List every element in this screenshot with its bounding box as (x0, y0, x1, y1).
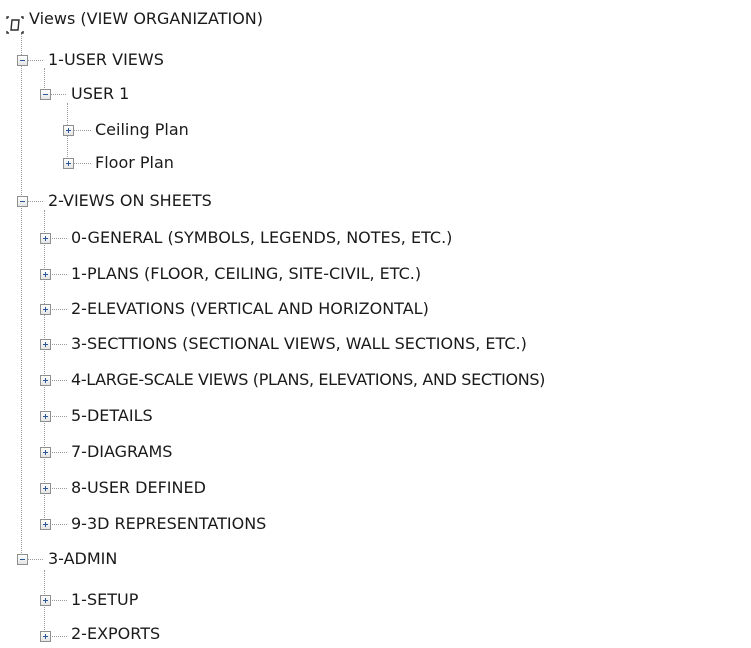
tree-item-1-setup[interactable]: 1-SETUP (71, 587, 138, 613)
tree-item-user-1[interactable]: USER 1 (71, 81, 129, 107)
tree-item-0-general[interactable]: 0-GENERAL (SYMBOLS, LEGENDS, NOTES, ETC.… (71, 225, 452, 251)
expand-toggle[interactable] (40, 519, 51, 530)
tree-item-label: 1-SETUP (71, 590, 139, 609)
collapse-toggle[interactable] (40, 89, 51, 100)
expand-toggle[interactable] (40, 447, 51, 458)
tree-item-label: 8-USER DEFINED (71, 478, 206, 497)
tree-item-label: 3-ADMIN (48, 549, 118, 568)
tree-item-label: 7-DIAGRAMS (71, 442, 173, 461)
tree-item-label: 3-SECTTIONS (SECTIONAL VIEWS, WALL SECTI… (71, 334, 527, 353)
tree-item-4-large-scale-views[interactable]: 4-LARGE-SCALE VIEWS (PLANS, ELEVATIONS, … (71, 367, 545, 393)
tree-item-label: 5-DETAILS (71, 406, 153, 425)
tree-item-2-exports[interactable]: 2-EXPORTS (71, 621, 160, 647)
tree-item-label: Floor Plan (95, 153, 174, 172)
tree-root-label: Views (VIEW ORGANIZATION) (29, 9, 264, 28)
expand-toggle[interactable] (40, 631, 51, 642)
views-icon (6, 16, 24, 34)
tree-item-label: 0-GENERAL (SYMBOLS, LEGENDS, NOTES, ETC.… (71, 228, 453, 247)
expand-toggle[interactable] (40, 411, 51, 422)
expand-toggle[interactable] (40, 339, 51, 350)
tree-item-7-diagrams[interactable]: 7-DIAGRAMS (71, 439, 172, 465)
tree-root[interactable]: Views (VIEW ORGANIZATION) (0, 6, 380, 34)
tree-item-8-user-defined[interactable]: 8-USER DEFINED (71, 475, 206, 501)
tree-item-label: 2-ELEVATIONS (VERTICAL AND HORIZONTAL) (71, 299, 429, 318)
expand-toggle[interactable] (63, 158, 74, 169)
tree-item-1-plans[interactable]: 1-PLANS (FLOOR, CEILING, SITE-CIVIL, ETC… (71, 261, 421, 287)
tree-item-label: 4-LARGE-SCALE VIEWS (PLANS, ELEVATIONS, … (71, 370, 546, 389)
collapse-toggle[interactable] (17, 554, 28, 565)
tree-item-3-secttions[interactable]: 3-SECTTIONS (SECTIONAL VIEWS, WALL SECTI… (71, 331, 527, 357)
expand-toggle[interactable] (40, 483, 51, 494)
tree-item-label: 2-EXPORTS (71, 624, 161, 643)
tree-item-label: USER 1 (71, 84, 130, 103)
tree-guide-level1 (21, 34, 22, 559)
expand-toggle[interactable] (40, 269, 51, 280)
tree-item-label: 9-3D REPRESENTATIONS (71, 514, 267, 533)
tree-item-label: Ceiling Plan (95, 120, 189, 139)
tree-item-9-3d-representations[interactable]: 9-3D REPRESENTATIONS (71, 511, 266, 537)
tree-item-2-elevations[interactable]: 2-ELEVATIONS (VERTICAL AND HORIZONTAL) (71, 296, 429, 322)
tree-item-label: 1-USER VIEWS (48, 50, 164, 69)
tree-item-floor-plan[interactable]: Floor Plan (95, 150, 174, 176)
tree-item-label: 1-PLANS (FLOOR, CEILING, SITE-CIVIL, ETC… (71, 264, 422, 283)
tree-item-2-views-on-sheets[interactable]: 2-VIEWS ON SHEETS (48, 188, 212, 214)
tree-item-3-admin[interactable]: 3-ADMIN (48, 546, 117, 572)
tree-item-1-user-views[interactable]: 1-USER VIEWS (48, 47, 164, 73)
expand-toggle[interactable] (40, 304, 51, 315)
collapse-toggle[interactable] (17, 55, 28, 66)
tree-item-ceiling-plan[interactable]: Ceiling Plan (95, 117, 189, 143)
tree-item-5-details[interactable]: 5-DETAILS (71, 403, 153, 429)
expand-toggle[interactable] (40, 375, 51, 386)
expand-toggle[interactable] (40, 595, 51, 606)
collapse-toggle[interactable] (17, 196, 28, 207)
tree-item-label: 2-VIEWS ON SHEETS (48, 191, 212, 210)
tree-guide-views-on-sheets (44, 210, 45, 524)
expand-toggle[interactable] (63, 125, 74, 136)
project-browser-tree: Views (VIEW ORGANIZATION) 1-USER VIEWS U… (0, 0, 751, 648)
expand-toggle[interactable] (40, 233, 51, 244)
